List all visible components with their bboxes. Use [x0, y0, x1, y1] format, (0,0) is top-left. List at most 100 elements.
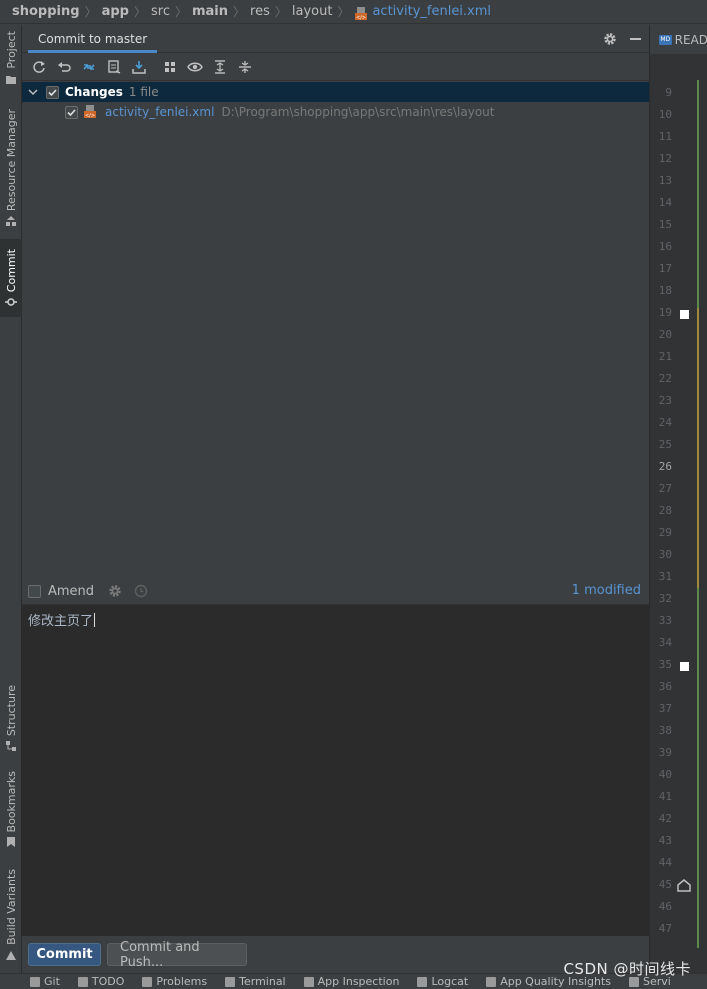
xml-file-icon: </>: [355, 6, 368, 21]
breadcrumb-main[interactable]: main: [192, 4, 228, 19]
line-number[interactable]: 23: [650, 390, 684, 412]
line-number[interactable]: 21: [650, 346, 684, 368]
modified-link[interactable]: 1 modified: [572, 583, 641, 598]
breakpoint-icon[interactable]: [680, 310, 689, 319]
line-number[interactable]: 30: [650, 544, 684, 566]
logcat-icon: [417, 976, 428, 987]
line-number[interactable]: 34: [650, 632, 684, 654]
show-icon[interactable]: [186, 58, 204, 76]
tool-tab-project[interactable]: Project: [0, 31, 22, 85]
collapse-all-icon[interactable]: [236, 58, 254, 76]
line-number[interactable]: 38: [650, 720, 684, 742]
vcs-modified-marker[interactable]: [697, 488, 699, 588]
breadcrumb-separator: 〉: [174, 5, 187, 19]
bottom-tab-git[interactable]: Git: [30, 975, 60, 988]
breadcrumb-file[interactable]: activity_fenlei.xml: [372, 4, 491, 19]
bottom-tab-problems[interactable]: Problems: [142, 975, 207, 988]
bottom-tab-terminal[interactable]: Terminal: [225, 975, 286, 988]
commit-and-push-button[interactable]: Commit and Push...: [107, 940, 247, 970]
line-numbers: 9 10 11 12 13 14 15 16 17 18 19 20 21 22 23 24 25 26 27 28 2…: [650, 82, 684, 940]
tab-commit-to-master[interactable]: Commit to master: [28, 25, 158, 53]
breadcrumb-app[interactable]: app: [102, 4, 129, 19]
line-number[interactable]: 42: [650, 808, 684, 830]
breadcrumb-res[interactable]: res: [250, 4, 270, 19]
line-number[interactable]: 40: [650, 764, 684, 786]
line-number[interactable]: 13: [650, 170, 684, 192]
commit-message-input[interactable]: 修改主页了: [22, 604, 649, 936]
gear-icon[interactable]: [603, 32, 617, 46]
tool-tab-build-variants[interactable]: Build Variants: [0, 869, 22, 961]
line-number[interactable]: 9: [650, 82, 684, 104]
bottom-tab-app-inspection[interactable]: App Inspection: [303, 975, 399, 988]
line-number[interactable]: 39: [650, 742, 684, 764]
markdown-file-icon: MD: [659, 34, 672, 45]
line-number[interactable]: 41: [650, 786, 684, 808]
update-icon[interactable]: [130, 58, 148, 76]
line-number[interactable]: 28: [650, 500, 684, 522]
line-number[interactable]: 31: [650, 566, 684, 588]
line-number[interactable]: 33: [650, 610, 684, 632]
changelist-checkbox[interactable]: [46, 85, 59, 99]
bookmark-icon: [7, 837, 15, 848]
line-number[interactable]: 43: [650, 830, 684, 852]
file-row[interactable]: </> activity_fenlei.xml D:\Program\shopp…: [22, 102, 649, 122]
file-checkbox[interactable]: [65, 105, 78, 119]
line-number[interactable]: 47: [650, 918, 684, 940]
tool-tab-bookmarks[interactable]: Bookmarks: [0, 771, 22, 848]
tool-tab-resource-manager[interactable]: Resource Manager: [0, 109, 22, 227]
tool-tab-commit[interactable]: Commit: [0, 239, 22, 317]
tool-tab-label: Structure: [4, 685, 18, 737]
line-number[interactable]: 16: [650, 236, 684, 258]
breadcrumb-layout[interactable]: layout: [292, 4, 333, 19]
line-number[interactable]: 18: [650, 280, 684, 302]
diff-icon[interactable]: [80, 58, 98, 76]
line-number[interactable]: 35: [650, 654, 684, 676]
editor-tab-readme[interactable]: MD READ: [650, 25, 707, 55]
line-number[interactable]: 12: [650, 148, 684, 170]
line-number[interactable]: 19: [650, 302, 684, 324]
breakpoint-icon[interactable]: [680, 662, 689, 671]
line-number[interactable]: 32: [650, 588, 684, 610]
vcs-modified-marker[interactable]: [697, 308, 699, 488]
line-number[interactable]: 46: [650, 896, 684, 918]
line-number[interactable]: 36: [650, 676, 684, 698]
bottom-tab-todo[interactable]: TODO: [77, 975, 124, 988]
tool-tab-label: Commit: [4, 249, 18, 293]
home-icon[interactable]: [676, 877, 692, 893]
line-number[interactable]: 27: [650, 478, 684, 500]
line-number[interactable]: 22: [650, 368, 684, 390]
amend-checkbox[interactable]: [28, 584, 41, 598]
line-number[interactable]: 15: [650, 214, 684, 236]
line-number[interactable]: 26: [650, 456, 684, 478]
refresh-icon[interactable]: [30, 58, 48, 76]
breadcrumb-shopping[interactable]: shopping: [12, 4, 80, 19]
git-icon: [30, 976, 40, 987]
rollback-icon[interactable]: [55, 58, 73, 76]
line-number[interactable]: 25: [650, 434, 684, 456]
gear-icon[interactable]: [108, 584, 122, 598]
commit-button[interactable]: Commit: [28, 943, 101, 966]
amend-bar: Amend 1 modified: [22, 578, 649, 604]
expand-all-icon[interactable]: [211, 58, 229, 76]
line-number[interactable]: 11: [650, 126, 684, 148]
line-number[interactable]: 17: [650, 258, 684, 280]
amend-label[interactable]: Amend: [48, 584, 94, 599]
line-number[interactable]: 44: [650, 852, 684, 874]
shelve-icon[interactable]: [105, 58, 123, 76]
clock-icon[interactable]: [134, 584, 148, 598]
tool-tab-structure[interactable]: Structure: [0, 685, 22, 752]
group-by-icon[interactable]: [161, 58, 179, 76]
bottom-tab-label: Problems: [156, 975, 208, 988]
minimize-icon[interactable]: [630, 38, 641, 40]
line-number[interactable]: 24: [650, 412, 684, 434]
line-number[interactable]: 37: [650, 698, 684, 720]
bottom-tab-logcat[interactable]: Logcat: [417, 975, 468, 988]
line-number[interactable]: 14: [650, 192, 684, 214]
editor-gutter: MD READ 9 10 11 12 13 14 15 16 17 18 19 20 21 22 23 24 2…: [649, 25, 707, 973]
chevron-down-icon[interactable]: [28, 87, 38, 97]
line-number[interactable]: 20: [650, 324, 684, 346]
breadcrumb-src[interactable]: src: [151, 4, 170, 19]
line-number[interactable]: 29: [650, 522, 684, 544]
changelist-row[interactable]: Changes 1 file: [22, 82, 649, 102]
line-number[interactable]: 10: [650, 104, 684, 126]
